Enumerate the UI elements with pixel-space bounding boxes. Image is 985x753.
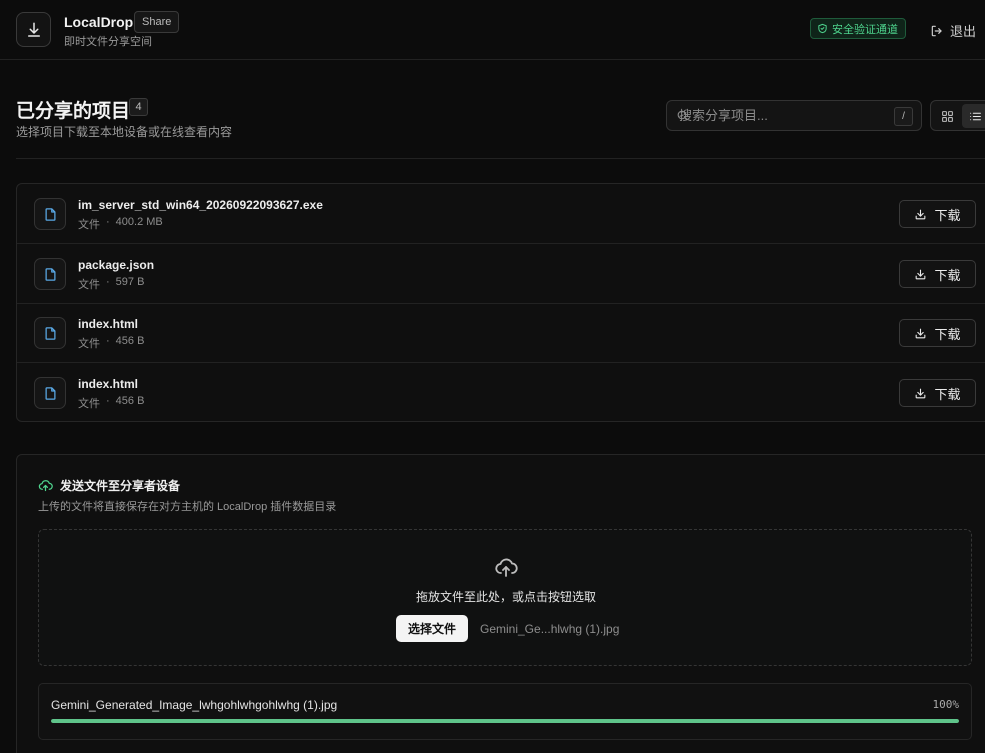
download-label: 下载 [934,267,961,283]
app-subtitle: 即时文件分享空间 [64,36,152,48]
secure-channel-label: 安全验证通道 [832,23,898,36]
cloud-upload-icon [495,558,518,577]
upload-percent: 100% [932,698,960,711]
download-icon [916,388,926,398]
dropzone-instructions: 拖放文件至此处，或点击按钮选取 [415,590,596,604]
page-title: 已分享的项目 [16,101,131,122]
file-meta: 文件 · 597 B [78,276,144,292]
file-meta: 文件 · 400.2 MB [78,216,163,232]
grid-view-button[interactable] [934,104,960,128]
progress-fill [51,719,959,723]
file-row: index.html 文件 · 456 B 下载 [17,303,985,363]
file-dropzone[interactable]: 拖放文件至此处，或点击按钮选取 选择文件 Gemini_Ge...hlwhg (… [38,529,972,666]
file-meta: 文件 · 456 B [78,395,144,411]
file-row: index.html 文件 · 456 B 下载 [17,363,985,421]
download-label: 下载 [934,207,961,223]
meta-separator: · [106,276,110,288]
search-box[interactable]: / [666,100,922,131]
file-type-icon-box [34,377,66,409]
download-icon [916,328,926,338]
grid-icon [941,110,953,122]
file-icon [45,386,55,400]
file-type: 文件 [78,338,100,350]
download-button[interactable]: 下载 [899,319,976,347]
upload-panel: 发送文件至分享者设备 上传的文件将直接保存在对方主机的 LocalDrop 插件… [16,454,985,753]
list-icon [969,112,981,120]
file-size: 456 B [115,335,145,347]
logout-button[interactable]: 退出 [930,21,976,40]
file-name: index.html [78,317,139,331]
file-type-icon-box [34,198,66,230]
file-type-icon-box [34,317,66,349]
meta-separator: · [106,216,110,228]
app-name: LocalDrop [64,14,134,30]
download-icon [916,209,926,219]
page-subtitle: 选择项目下载至本地设备或在线查看内容 [16,125,233,139]
secure-channel-badge: 安全验证通道 [810,18,906,39]
file-size: 456 B [115,395,145,407]
download-icon [916,269,926,279]
file-type: 文件 [78,219,100,231]
shield-check-icon [818,23,827,34]
selected-file-name: Gemini_Ge...hlwhg (1).jpg [480,622,620,636]
upload-progress-card: Gemini_Generated_Image_lwhgohlwhgohlwhg … [38,683,972,740]
upload-title-text: 发送文件至分享者设备 [60,479,181,493]
download-icon [27,22,40,37]
file-size: 400.2 MB [115,216,163,228]
item-count-badge: 4 [129,98,148,116]
file-row: im_server_std_win64_20260922093627.exe 文… [17,184,985,244]
progress-track [51,719,959,723]
search-input[interactable] [679,108,879,123]
search-shortcut-hint: / [894,107,913,126]
upload-title: 发送文件至分享者设备 [38,477,180,494]
meta-separator: · [106,335,110,347]
download-label: 下载 [934,386,961,402]
download-button[interactable]: 下载 [899,260,976,288]
file-type: 文件 [78,398,100,410]
file-size: 597 B [115,276,145,288]
file-type-icon-box [34,258,66,290]
logout-icon [931,25,942,36]
file-meta: 文件 · 456 B [78,335,144,351]
top-header: LocalDrop Share 即时文件分享空间 安全验证通道 退出 [0,0,985,60]
section-divider [16,158,985,159]
download-label: 下载 [934,326,961,342]
cloud-upload-icon [38,480,53,492]
app-logo [16,12,51,47]
file-icon [45,207,55,221]
share-badge: Share [134,11,180,33]
download-button[interactable]: 下载 [899,200,976,228]
logout-label: 退出 [950,24,977,39]
download-button[interactable]: 下载 [899,379,976,407]
file-name: package.json [78,258,155,272]
file-icon [45,326,55,340]
file-icon [45,267,55,281]
upload-subtitle: 上传的文件将直接保存在对方主机的 LocalDrop 插件数据目录 [38,501,337,513]
view-toggle [930,100,985,131]
file-type: 文件 [78,279,100,291]
meta-separator: · [106,395,110,407]
upload-file-name: Gemini_Generated_Image_lwhgohlwhgohlwhg … [51,698,338,712]
file-name: im_server_std_win64_20260922093627.exe [78,198,323,212]
list-view-button[interactable] [962,104,985,128]
search-icon [677,110,688,121]
file-name: index.html [78,377,139,391]
choose-file-button[interactable]: 选择文件 [396,615,468,642]
file-row: package.json 文件 · 597 B 下载 [17,244,985,304]
shared-file-list: im_server_std_win64_20260922093627.exe 文… [16,183,985,422]
